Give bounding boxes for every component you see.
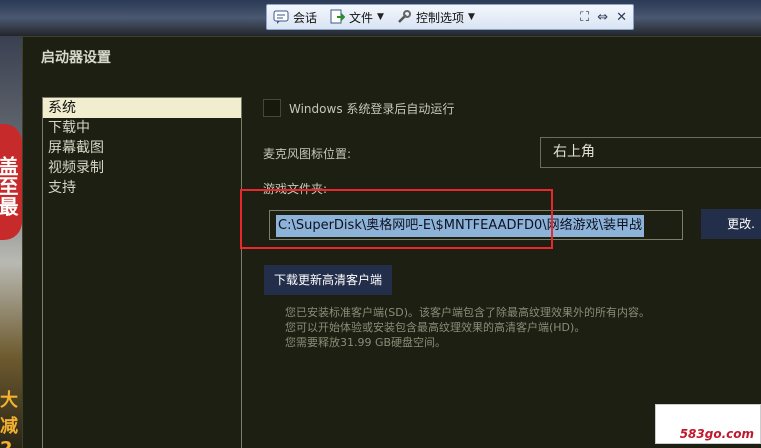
- pin-icon[interactable]: ⇔: [597, 10, 608, 25]
- red-annotation-box: [240, 189, 553, 249]
- client-info-text: 您已安装标准客户端(SD)。该客户端包含了除最高纹理效果外的所有内容。 您可以开…: [285, 305, 745, 350]
- control-label: 控制选项: [415, 10, 464, 25]
- nav-item-downloads[interactable]: 下载中: [43, 118, 241, 138]
- nav-item-video-recording[interactable]: 视频录制: [43, 158, 241, 178]
- chevron-down-icon: ▼: [467, 12, 475, 22]
- chat-bubble-icon: [273, 9, 289, 25]
- autostart-label: Windows 系统登录后自动运行: [289, 101, 455, 116]
- file-label: 文件: [349, 10, 374, 25]
- chevron-down-icon: ▼: [377, 12, 384, 22]
- file-menu-button[interactable]: 文件 ▼: [323, 5, 390, 29]
- remote-toolbar: 会话 文件 ▼ 控制选项 ▼ ⛶ ⇔ ✕: [266, 4, 634, 30]
- launcher-settings-dialog: 启动器设置 系统 下载中 屏幕截图 视频录制 支持 Windows 系统登录后自…: [22, 36, 761, 448]
- close-icon[interactable]: ✕: [616, 10, 627, 25]
- control-options-button[interactable]: 控制选项 ▼: [390, 5, 481, 29]
- autostart-row: Windows 系统登录后自动运行: [263, 99, 454, 117]
- info-line: 您需要释放31.99 GB硬盘空间。: [285, 336, 447, 349]
- nav-item-support[interactable]: 支持: [43, 178, 241, 198]
- info-line: 您可以开始体验或安装包含最高纹理效果的高清客户端(HD)。: [285, 321, 586, 334]
- change-folder-button[interactable]: 更改.: [701, 209, 761, 239]
- download-hd-client-button[interactable]: 下载更新高清客户端: [264, 265, 392, 295]
- settings-nav: 系统 下载中 屏幕截图 视频录制 支持: [42, 97, 242, 448]
- chat-button[interactable]: 会话: [267, 5, 323, 29]
- autostart-checkbox[interactable]: [263, 99, 281, 117]
- nav-item-screenshots[interactable]: 屏幕截图: [43, 138, 241, 158]
- nav-item-system[interactable]: 系统: [43, 98, 241, 118]
- fullscreen-icon[interactable]: ⛶: [580, 10, 589, 25]
- background-game-art-left: 盖至最 大减2: [0, 36, 22, 448]
- site-watermark: 583go.com: [655, 404, 761, 444]
- info-line: 您已安装标准客户端(SD)。该客户端包含了除最高纹理效果外的所有内容。: [285, 306, 651, 319]
- tools-icon: [396, 9, 412, 25]
- dialog-title: 启动器设置: [41, 50, 111, 66]
- mic-position-select[interactable]: 右上角: [540, 137, 761, 168]
- background-promo-badge: 盖至最: [0, 124, 22, 240]
- file-transfer-icon: [329, 9, 346, 25]
- background-promo-text: 大减2: [0, 390, 18, 448]
- chat-label: 会话: [293, 10, 318, 25]
- mic-position-label: 麦克风图标位置:: [263, 147, 352, 161]
